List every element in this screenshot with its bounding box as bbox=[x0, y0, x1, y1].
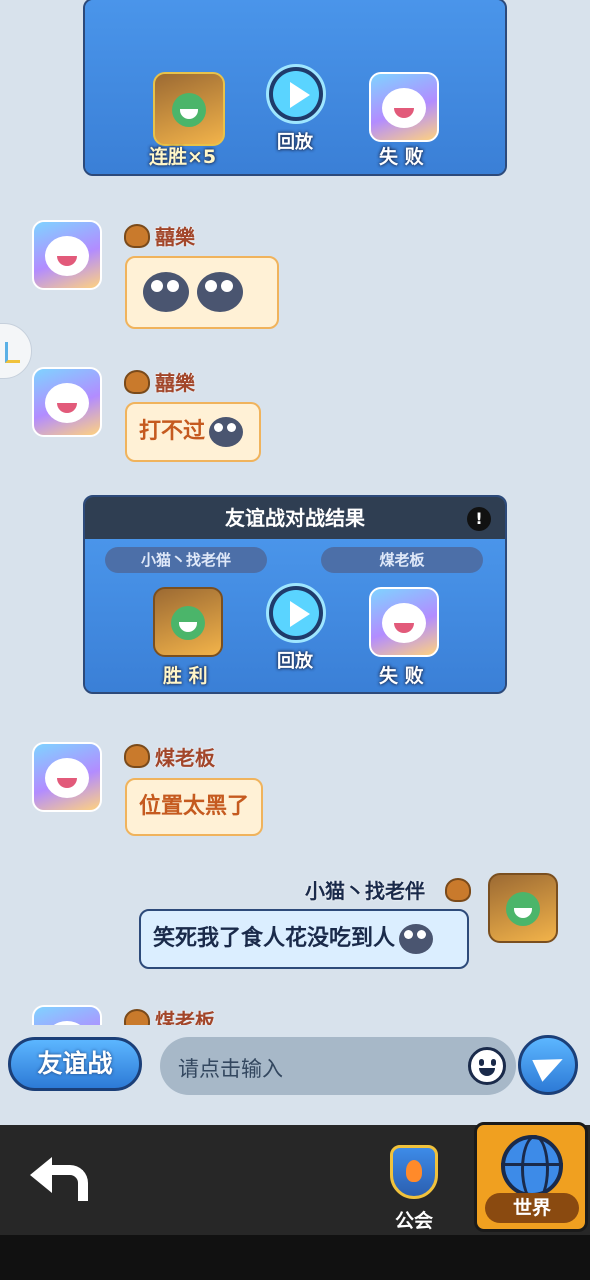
battle-result-card-1[interactable]: 连胜×5 回放 失 败 bbox=[83, 0, 507, 176]
replay-button[interactable] bbox=[266, 583, 326, 643]
penguin-sticker-icon bbox=[197, 272, 243, 312]
message-bubble[interactable]: 打不过 bbox=[125, 402, 262, 462]
replay-button[interactable] bbox=[266, 64, 326, 124]
replay-label: 回放 bbox=[277, 651, 313, 672]
input-bar: 友谊战 请点击输入 bbox=[0, 1025, 590, 1125]
message-text: 位置太黑了 bbox=[139, 794, 250, 819]
penguin-sticker-icon bbox=[209, 417, 244, 447]
penguin-sticker-icon bbox=[143, 272, 189, 312]
player-left-name: 小猫丶找老伴 bbox=[140, 551, 231, 569]
system-bar bbox=[0, 1235, 590, 1280]
player-left-pill: 小猫丶找老伴 bbox=[105, 547, 267, 573]
send-button[interactable] bbox=[518, 1035, 578, 1095]
replay-label: 回放 bbox=[277, 132, 313, 153]
message-text: 笑死我了食人花没吃到人 bbox=[153, 926, 396, 951]
input-placeholder: 请点击输入 bbox=[178, 1057, 283, 1081]
chat-input[interactable]: 请点击输入 bbox=[160, 1037, 516, 1095]
lose-label: 失 败 bbox=[379, 665, 424, 687]
winner-avatar bbox=[153, 587, 223, 657]
rank-badge-icon bbox=[121, 368, 150, 394]
avatar[interactable] bbox=[32, 742, 102, 812]
world-label: 世界 bbox=[485, 1193, 579, 1223]
guild-shield-icon bbox=[390, 1145, 438, 1199]
win-streak-label: 连胜×5 bbox=[149, 146, 217, 168]
rank-badge-icon bbox=[121, 1007, 150, 1025]
message-bubble[interactable]: 笑死我了食人花没吃到人 bbox=[139, 909, 469, 969]
back-arrow-icon[interactable] bbox=[30, 1153, 88, 1201]
emoji-icon[interactable] bbox=[468, 1047, 506, 1085]
player-right-pill: 煤老板 bbox=[321, 547, 483, 573]
globe-icon bbox=[501, 1135, 563, 1203]
message-text: 打不过 bbox=[139, 419, 206, 444]
avatar[interactable] bbox=[32, 1005, 102, 1025]
guild-label: 公会 bbox=[394, 1210, 433, 1232]
play-icon bbox=[290, 82, 310, 108]
avatar[interactable] bbox=[32, 367, 102, 437]
username[interactable]: 囍樂 bbox=[155, 367, 195, 396]
bottom-nav: 公会 世界 bbox=[0, 1122, 590, 1235]
lose-label: 失 败 bbox=[379, 146, 424, 168]
friendly-battle-button[interactable]: 友谊战 bbox=[8, 1037, 142, 1091]
penguin-sticker-icon bbox=[399, 924, 434, 954]
message-bubble[interactable]: 位置太黑了 bbox=[125, 778, 264, 836]
winner-avatar bbox=[153, 72, 225, 146]
username[interactable]: 煤老板 bbox=[155, 1005, 215, 1025]
guild-tab[interactable]: 公会 bbox=[382, 1145, 446, 1233]
avatar[interactable] bbox=[32, 220, 102, 290]
play-icon bbox=[290, 601, 310, 627]
world-tab[interactable]: 世界 bbox=[474, 1122, 588, 1232]
side-float-button[interactable] bbox=[0, 323, 32, 379]
rank-badge-icon bbox=[121, 742, 150, 768]
win-label: 胜 利 bbox=[163, 665, 208, 687]
rank-badge-icon bbox=[442, 876, 471, 902]
card-title: 友谊战对战结果 bbox=[225, 506, 365, 530]
chat-area[interactable]: 连胜×5 回放 失 败 囍樂 囍樂 打不过 友谊战对战结果 ! 小猫丶找老伴 煤… bbox=[0, 0, 590, 1025]
rank-badge-icon bbox=[121, 222, 150, 248]
info-icon[interactable]: ! bbox=[467, 507, 491, 531]
loser-avatar bbox=[369, 587, 439, 657]
sticker-bubble[interactable] bbox=[125, 256, 279, 329]
battle-result-card-2[interactable]: 友谊战对战结果 ! 小猫丶找老伴 煤老板 胜 利 回放 失 败 bbox=[83, 495, 507, 694]
username[interactable]: 囍樂 bbox=[155, 221, 195, 250]
loser-avatar bbox=[369, 72, 439, 142]
my-avatar[interactable] bbox=[488, 873, 558, 943]
username[interactable]: 煤老板 bbox=[155, 742, 215, 771]
username[interactable]: 小猫丶找老伴 bbox=[305, 875, 425, 904]
player-right-name: 煤老板 bbox=[379, 551, 425, 569]
